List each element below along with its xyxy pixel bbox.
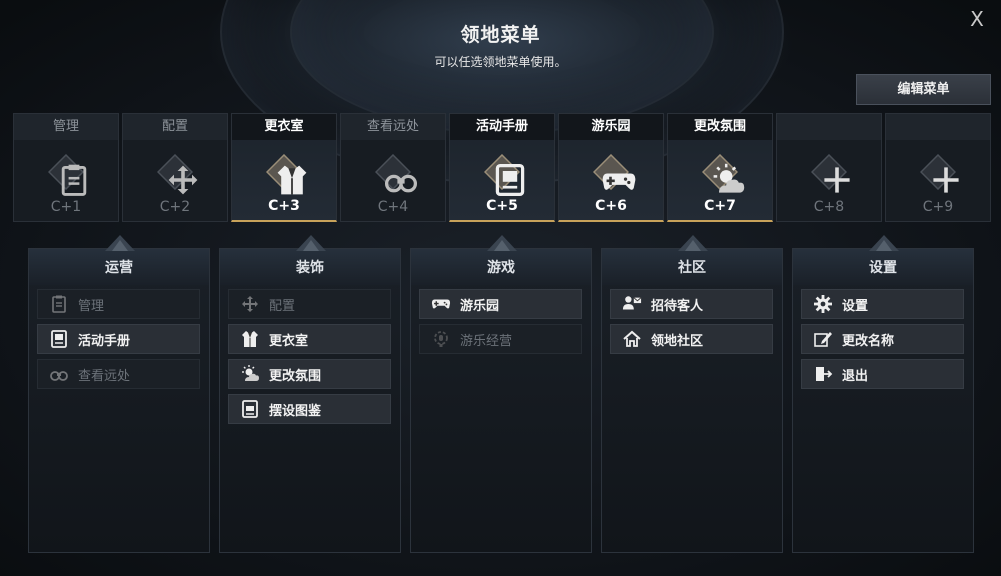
menu-item[interactable]: 配置	[228, 289, 391, 319]
menu-item-label: 查看远处	[78, 368, 131, 384]
menu-item[interactable]: 招待客人	[610, 289, 773, 319]
menu-item-label: 活动手册	[78, 333, 131, 349]
handbook-icon	[484, 154, 525, 197]
edit-menu-button[interactable]: 编辑菜单	[856, 74, 991, 105]
menu-item-label: 更改氛围	[269, 368, 322, 384]
menu-column: 游戏游乐园游乐经营	[410, 235, 592, 553]
shortcut-slot-2[interactable]: 配置 C+2	[122, 113, 228, 222]
column-title: 运营	[29, 249, 209, 285]
close-button[interactable]: X	[966, 8, 988, 30]
catalog-icon	[237, 396, 263, 422]
window-title: 领地菜单	[460, 24, 541, 46]
menu-item[interactable]: 退出	[801, 359, 964, 389]
menu-item[interactable]: 更衣室	[228, 324, 391, 354]
shortcut-label: 活动手册	[450, 114, 554, 140]
menu-item[interactable]: 活动手册	[37, 324, 200, 354]
shortcut-label: 游乐园	[559, 114, 663, 140]
shortcut-key: C+2	[159, 199, 191, 215]
menu-item[interactable]: 领地社区	[610, 324, 773, 354]
menu-column: 社区招待客人领地社区	[601, 235, 783, 553]
menu-item-label: 更衣室	[269, 333, 309, 349]
handbook-icon	[46, 326, 72, 352]
menu-item-label: 退出	[842, 368, 869, 384]
shortcut-key: C+9	[922, 199, 954, 215]
menu-item-label: 游乐园	[460, 298, 500, 314]
clipboard-icon	[48, 154, 87, 196]
menu-item[interactable]: 游乐经营	[419, 324, 582, 354]
menu-item-label: 设置	[842, 298, 869, 314]
shortcut-slot-3[interactable]: 更衣室 C+3	[231, 113, 337, 222]
menu-column: 设置 设置 更改名称 退出	[792, 235, 974, 553]
shortcut-key: C+5	[486, 198, 518, 214]
binoculars-icon	[375, 154, 418, 193]
window-subtitle: 可以任选领地菜单使用。	[434, 55, 567, 69]
invite-guest-icon	[619, 291, 645, 317]
shortcut-slot-1[interactable]: 管理 C+1	[13, 113, 119, 222]
shortcut-slot-6[interactable]: 游乐园 C+6	[558, 113, 664, 222]
menu-item-label: 招待客人	[651, 298, 704, 314]
jacket-icon	[237, 326, 263, 352]
shortcut-label	[777, 114, 881, 140]
menu-item[interactable]: 设置	[801, 289, 964, 319]
shortcut-slot-9[interactable]: C+9	[885, 113, 991, 222]
menu-item-label: 摆设图鉴	[269, 403, 322, 419]
column-ornament	[678, 235, 708, 251]
shortcut-key: C+3	[268, 198, 300, 214]
plus-icon	[920, 154, 959, 193]
column-ornament	[869, 235, 899, 251]
shortcut-key: C+1	[50, 199, 82, 215]
menu-item-label: 领地社区	[651, 333, 704, 349]
menu-column: 装饰配置更衣室更改氛围摆设图鉴	[219, 235, 401, 553]
clipboard-icon	[46, 291, 72, 317]
edit-icon	[810, 326, 836, 352]
shortcut-key: C+7	[704, 198, 736, 214]
shortcut-key: C+6	[595, 198, 627, 214]
binoculars-icon	[46, 361, 72, 387]
column-title: 游戏	[411, 249, 591, 285]
menu-item[interactable]: 更改名称	[801, 324, 964, 354]
home-icon	[619, 326, 645, 352]
weather-icon	[702, 154, 745, 193]
shortcut-key: C+8	[813, 199, 845, 215]
menu-item[interactable]: 游乐园	[419, 289, 582, 319]
shortcut-label: 查看远处	[341, 114, 445, 140]
menu-item-label: 游乐经营	[460, 333, 513, 349]
menu-item[interactable]: 管理	[37, 289, 200, 319]
column-ornament	[105, 235, 135, 251]
shortcut-label: 更改氛围	[668, 114, 772, 140]
shortcut-slot-8[interactable]: C+8	[776, 113, 882, 222]
move-arrows-icon	[237, 291, 263, 317]
gamepad-icon	[593, 154, 636, 190]
column-ornament	[487, 235, 517, 251]
shortcut-slot-5[interactable]: 活动手册 C+5	[449, 113, 555, 222]
menu-item[interactable]: 查看远处	[37, 359, 200, 389]
gear-icon	[810, 291, 836, 317]
menu-item[interactable]: 更改氛围	[228, 359, 391, 389]
move-arrows-icon	[157, 154, 198, 195]
menu-item-label: 管理	[78, 298, 105, 314]
column-title: 设置	[793, 249, 973, 285]
column-title: 社区	[602, 249, 782, 285]
menu-item-label: 更改名称	[842, 333, 895, 349]
menu-item-label: 配置	[269, 298, 296, 314]
shortcut-key: C+4	[377, 199, 409, 215]
column-ornament	[296, 235, 326, 251]
shortcut-label: 更衣室	[232, 114, 336, 140]
exit-icon	[810, 361, 836, 387]
lightbulb-gear-icon	[428, 326, 454, 352]
menu-item[interactable]: 摆设图鉴	[228, 394, 391, 424]
plus-icon	[811, 154, 850, 193]
shortcut-label: 管理	[14, 114, 118, 140]
menu-column: 运营管理活动手册查看远处	[28, 235, 210, 553]
weather-icon	[237, 361, 263, 387]
shortcut-label	[886, 114, 990, 140]
column-title: 装饰	[220, 249, 400, 285]
shortcut-label: 配置	[123, 114, 227, 140]
shortcut-slot-7[interactable]: 更改氛围 C+7	[667, 113, 773, 222]
jacket-icon	[266, 154, 307, 195]
gamepad-icon	[428, 291, 454, 317]
shortcut-slot-4[interactable]: 查看远处 C+4	[340, 113, 446, 222]
